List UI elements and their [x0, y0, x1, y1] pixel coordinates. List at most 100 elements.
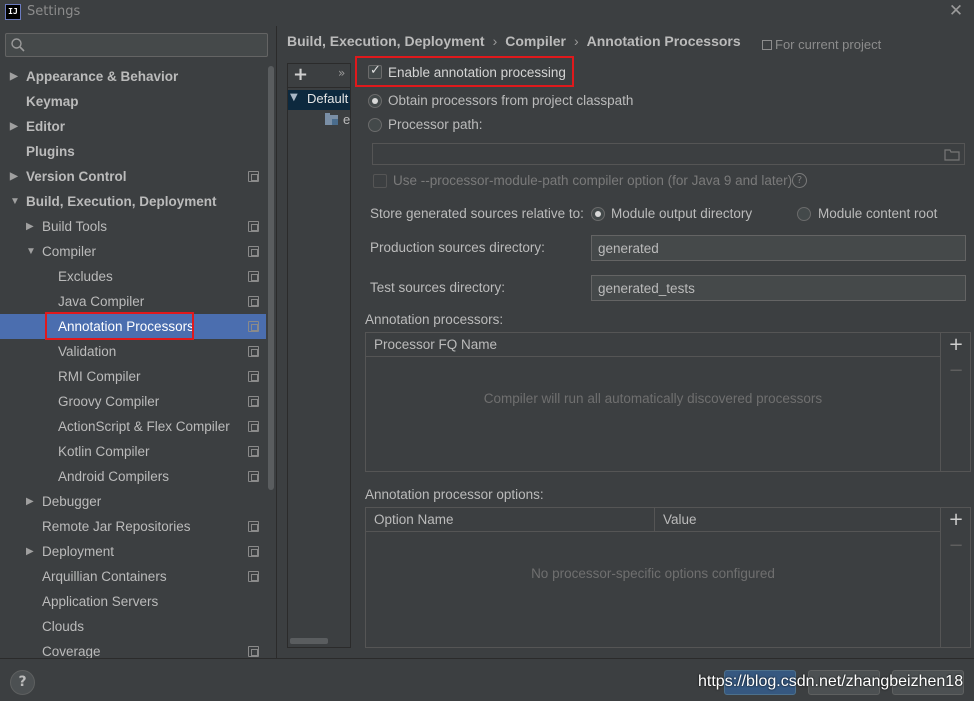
processors-empty-text: Compiler will run all automatically disc… — [483, 391, 823, 406]
tree-item-coverage[interactable]: Coverage — [0, 639, 266, 660]
project-scope-icon — [248, 371, 259, 382]
add-profile-button[interactable]: + — [293, 64, 309, 88]
tree-item-label: Remote Jar Repositories — [42, 519, 191, 534]
expanded-arrow-icon[interactable]: ▼ — [26, 239, 36, 264]
tree-item-arquillian-containers[interactable]: Arquillian Containers — [0, 564, 266, 589]
folder-browse-icon[interactable] — [944, 147, 960, 161]
breadcrumb-separator: › — [492, 33, 498, 49]
tree-item-label: Application Servers — [42, 594, 159, 609]
add-processor-button[interactable]: + — [944, 334, 968, 356]
tree-item-label: RMI Compiler — [58, 369, 141, 384]
column-value[interactable]: Value — [663, 512, 697, 527]
add-option-button[interactable]: + — [944, 509, 968, 531]
tree-item-label: Debugger — [42, 494, 102, 509]
tree-item-build-execution-deployment[interactable]: ▼ Build, Execution, Deployment — [0, 189, 266, 214]
tree-item-remote-jar-repositories[interactable]: Remote Jar Repositories — [0, 514, 266, 539]
collapsed-arrow-icon[interactable]: ▶ — [26, 539, 36, 564]
tree-item-rmi-compiler[interactable]: RMI Compiler — [0, 364, 266, 389]
collapsed-arrow-icon[interactable]: ▶ — [10, 164, 20, 189]
help-button[interactable]: ? — [10, 670, 35, 695]
tree-item-actionscript-flex-compiler[interactable]: ActionScript & Flex Compiler — [0, 414, 266, 439]
module-content-root-radio[interactable] — [797, 207, 811, 221]
collapsed-arrow-icon[interactable]: ▶ — [26, 214, 36, 239]
module-output-directory-label[interactable]: Module output directory — [611, 206, 752, 221]
project-scope-icon — [248, 446, 259, 457]
tree-item-keymap[interactable]: Keymap — [0, 89, 266, 114]
collapsed-arrow-icon[interactable]: ▶ — [10, 64, 20, 89]
profiles-horizontal-scrollbar[interactable] — [290, 638, 328, 644]
production-sources-label: Production sources directory: — [370, 240, 545, 255]
settings-tree: ▶ Appearance & Behavior Keymap ▶ Editor Plugi… — [0, 64, 266, 660]
tree-item-deployment[interactable]: ▶ Deployment — [0, 539, 266, 564]
tree-item-editor[interactable]: ▶ Editor — [0, 114, 266, 139]
module-content-root-label[interactable]: Module content root — [818, 206, 937, 221]
tree-item-application-servers[interactable]: Application Servers — [0, 589, 266, 614]
project-scope-icon — [248, 646, 259, 657]
profile-default-label: Default — [307, 91, 349, 106]
tree-item-build-tools[interactable]: ▶ Build Tools — [0, 214, 266, 239]
intellij-app-icon: IJ — [5, 4, 21, 20]
tree-item-label: Excludes — [58, 269, 113, 284]
profiles-panel — [287, 63, 351, 648]
project-scope-icon — [248, 546, 259, 557]
tree-item-clouds[interactable]: Clouds — [0, 614, 266, 639]
expand-arrow-icon[interactable]: ▼ — [290, 92, 298, 103]
project-scope-icon — [248, 296, 259, 307]
column-divider[interactable] — [654, 508, 655, 532]
tree-scrollbar-thumb[interactable] — [268, 66, 274, 490]
breadcrumb-separator: › — [573, 33, 579, 49]
tree-item-validation[interactable]: Validation — [0, 339, 266, 364]
production-sources-input[interactable]: generated — [591, 235, 966, 261]
tree-item-label: Plugins — [26, 144, 75, 159]
collapsed-arrow-icon[interactable]: ▶ — [10, 114, 20, 139]
tree-item-android-compilers[interactable]: Android Compilers — [0, 464, 266, 489]
tree-item-java-compiler[interactable]: Java Compiler — [0, 289, 266, 314]
module-label: e — [343, 112, 351, 127]
highlight-annotation-processors — [45, 312, 194, 340]
panel-divider[interactable] — [276, 26, 277, 658]
tree-item-groovy-compiler[interactable]: Groovy Compiler — [0, 389, 266, 414]
project-scope-icon — [248, 346, 259, 357]
tree-item-label: Compiler — [42, 244, 97, 259]
enable-annotation-processing-checkbox[interactable] — [368, 63, 382, 79]
tree-item-version-control[interactable]: ▶ Version Control — [0, 164, 266, 189]
tree-item-label: Build, Execution, Deployment — [26, 194, 217, 209]
processor-path-radio[interactable] — [368, 118, 382, 132]
scope-hint-label: For current project — [775, 37, 882, 52]
settings-search-input[interactable] — [5, 33, 268, 57]
collapsed-arrow-icon[interactable]: ▶ — [26, 489, 36, 514]
obtain-from-classpath-radio[interactable] — [368, 94, 382, 108]
tree-item-debugger[interactable]: ▶ Debugger — [0, 489, 266, 514]
column-processor-fq-name[interactable]: Processor FQ Name — [374, 337, 497, 352]
close-icon[interactable]: ✕ — [946, 1, 966, 21]
tree-item-excludes[interactable]: Excludes — [0, 264, 266, 289]
remove-option-button[interactable]: − — [944, 535, 968, 557]
tree-item-label: Java Compiler — [58, 294, 145, 309]
project-scope-icon — [248, 321, 259, 332]
tree-item-compiler[interactable]: ▼ Compiler — [0, 239, 266, 264]
enable-annotation-processing-label[interactable]: Enable annotation processing — [388, 65, 566, 80]
tree-item-plugins[interactable]: Plugins — [0, 139, 266, 164]
processor-path-field[interactable] — [372, 143, 965, 165]
test-sources-input[interactable]: generated_tests — [591, 275, 966, 301]
help-question-icon[interactable]: ? — [792, 173, 807, 188]
test-sources-value: generated_tests — [598, 281, 695, 296]
tree-item-label: Clouds — [42, 619, 85, 634]
project-scope-icon — [248, 271, 259, 282]
processor-module-path-label: Use --processor-module-path compiler opt… — [393, 173, 793, 188]
tree-item-appearance-behavior[interactable]: ▶ Appearance & Behavior — [0, 64, 266, 89]
search-icon — [11, 38, 25, 52]
obtain-from-classpath-label[interactable]: Obtain processors from project classpath — [388, 93, 633, 108]
module-output-directory-radio[interactable] — [591, 207, 605, 221]
processor-module-path-checkbox[interactable] — [373, 174, 387, 188]
processor-path-label[interactable]: Processor path: — [388, 117, 483, 132]
remove-processor-button[interactable]: − — [944, 360, 968, 382]
project-scope-icon — [248, 221, 259, 232]
project-scope-icon — [762, 40, 772, 50]
expanded-arrow-icon[interactable]: ▼ — [10, 189, 20, 214]
tree-item-kotlin-compiler[interactable]: Kotlin Compiler — [0, 439, 266, 464]
more-actions-icon[interactable]: » — [338, 66, 345, 80]
project-scope-icon — [248, 246, 259, 257]
annotation-options-title: Annotation processor options: — [365, 487, 544, 502]
column-option-name[interactable]: Option Name — [374, 512, 454, 527]
